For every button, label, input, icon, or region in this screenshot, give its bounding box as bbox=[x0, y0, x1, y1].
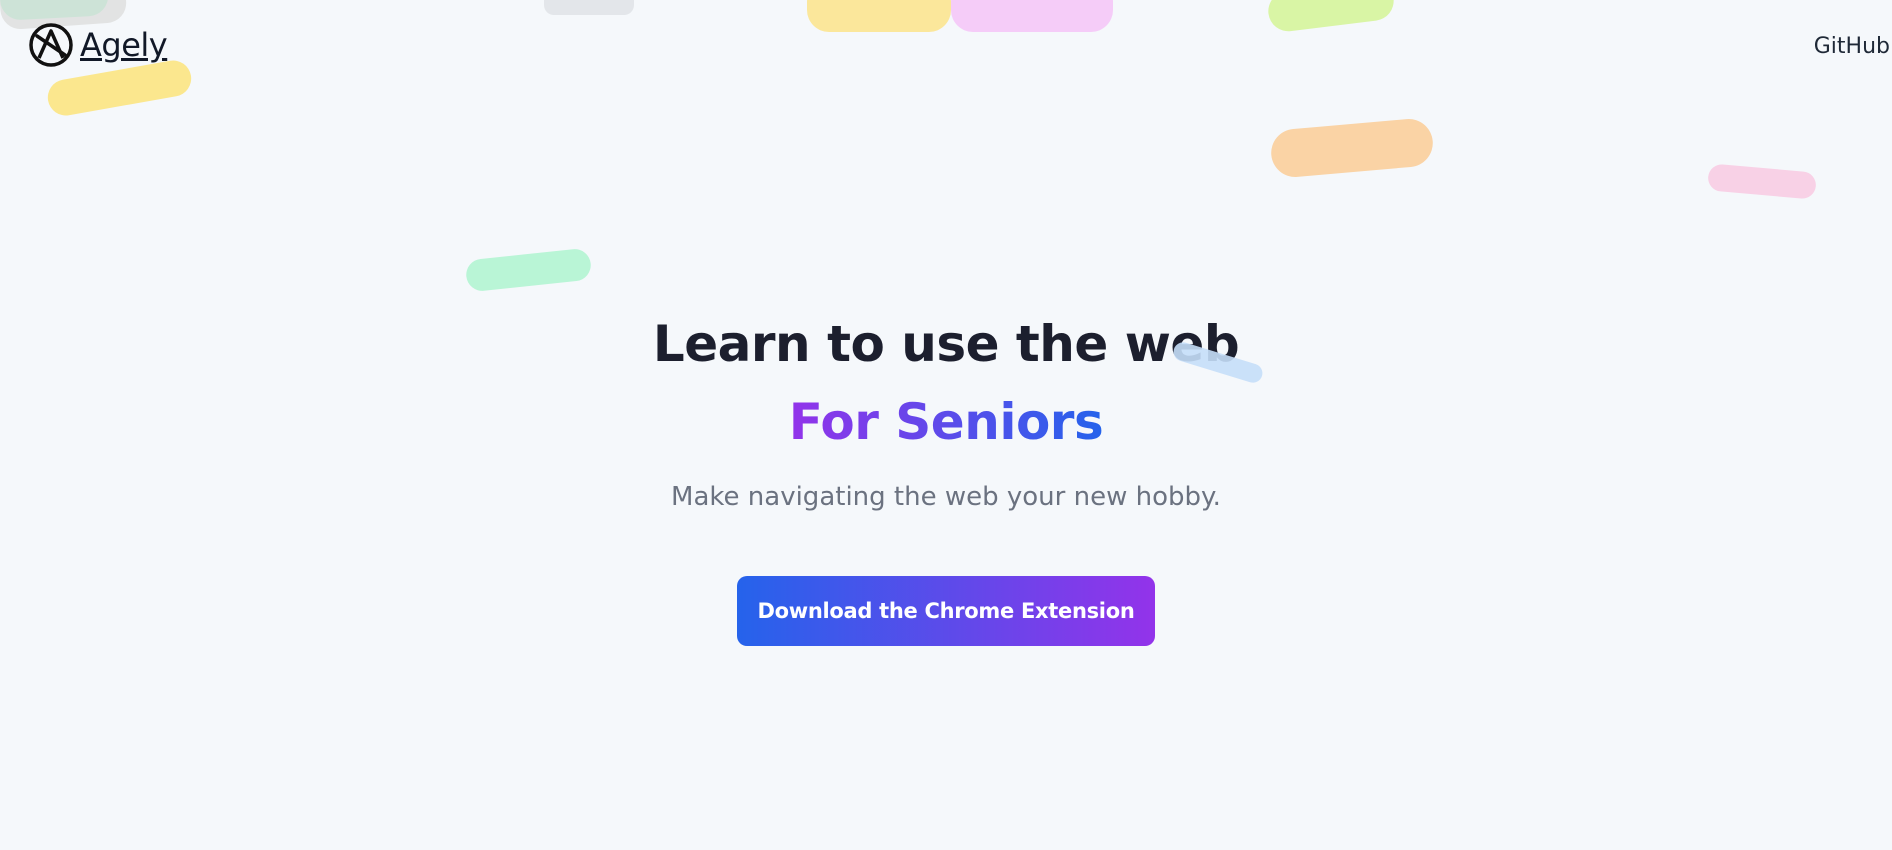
decorative-pill bbox=[1707, 163, 1817, 200]
download-extension-button[interactable]: Download the Chrome Extension bbox=[737, 576, 1155, 646]
hero-title: Learn to use the web bbox=[652, 315, 1240, 373]
decorative-pill bbox=[807, 0, 951, 32]
hero-accent-heading: For Seniors bbox=[789, 388, 1104, 456]
cta-wrapper: Download the Chrome Extension bbox=[0, 576, 1892, 646]
hero-section: Learn to use the web For Seniors Make na… bbox=[0, 310, 1892, 646]
github-link[interactable]: GitHub bbox=[1814, 34, 1890, 59]
brand-name: Agely bbox=[80, 26, 168, 64]
brand-home-link[interactable]: Agely bbox=[28, 22, 168, 68]
decorative-pill bbox=[1266, 0, 1396, 34]
decorative-pill bbox=[464, 247, 593, 293]
decorative-pill bbox=[951, 0, 1113, 32]
agely-logo-icon bbox=[29, 23, 73, 67]
decorative-pill bbox=[544, 0, 634, 15]
hero-subtitle: Make navigating the web your new hobby. bbox=[671, 482, 1221, 512]
decorative-pill bbox=[1269, 117, 1435, 179]
